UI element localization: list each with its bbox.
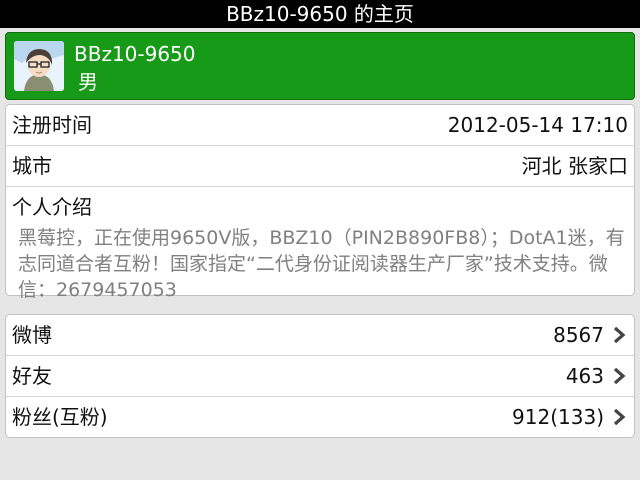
stats-card: 微博 8567 好友 463 粉丝(互粉) 912(133): [5, 314, 635, 438]
page-title: BBz10-9650 的主页: [0, 0, 640, 28]
friends-row[interactable]: 好友 463: [6, 356, 634, 397]
register-time-label: 注册时间: [12, 113, 92, 137]
fans-row[interactable]: 粉丝(互粉) 912(133): [6, 397, 634, 437]
city-row: 城市 河北 张家口: [6, 146, 634, 187]
fans-label: 粉丝(互粉): [12, 405, 108, 429]
profile-header: BBz10-9650 男: [5, 32, 635, 100]
weibo-count: 8567: [553, 323, 604, 347]
friends-count: 463: [565, 364, 604, 388]
intro-text: 黑莓控，正在使用9650V版，BBZ10（PIN2B890FB8）；DotA1迷…: [18, 227, 625, 301]
fans-count: 912(133): [512, 405, 604, 429]
intro-label: 个人介绍: [12, 195, 92, 219]
register-time-value: 2012-05-14 17:10: [447, 113, 628, 137]
city-label: 城市: [12, 154, 52, 178]
chevron-right-icon: [613, 367, 626, 385]
profile-gender: 男: [78, 70, 98, 94]
friends-label: 好友: [12, 364, 52, 388]
intro-row: 个人介绍 黑莓控，正在使用9650V版，BBZ10（PIN2B890FB8）；D…: [6, 187, 634, 301]
info-card: 注册时间 2012-05-14 17:10 城市 河北 张家口 个人介绍 黑莓控…: [5, 104, 635, 301]
avatar[interactable]: [14, 41, 64, 91]
register-time-row: 注册时间 2012-05-14 17:10: [6, 105, 634, 146]
chevron-right-icon: [613, 408, 626, 426]
profile-name: BBz10-9650: [74, 42, 196, 66]
weibo-label: 微博: [12, 323, 52, 347]
weibo-row[interactable]: 微博 8567: [6, 315, 634, 356]
chevron-right-icon: [613, 326, 626, 344]
city-value: 河北 张家口: [521, 154, 628, 178]
